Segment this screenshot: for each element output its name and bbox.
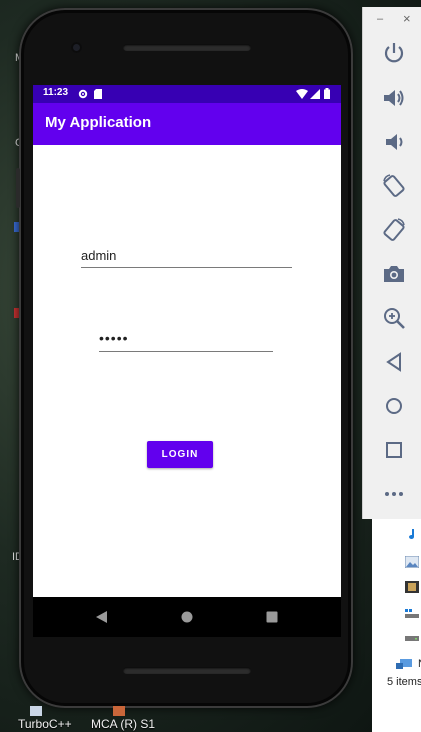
nav-bar: [33, 597, 341, 637]
sd-card-icon: [94, 89, 102, 99]
mca-icon: [113, 706, 125, 716]
windows-drive-icon[interactable]: [405, 607, 419, 619]
taskbar-item-turboc[interactable]: TurboC++: [18, 717, 72, 731]
status-bar: 11:23: [33, 85, 341, 103]
drive-icon[interactable]: [405, 631, 419, 643]
close-button[interactable]: ×: [403, 11, 411, 26]
username-field[interactable]: [81, 243, 292, 268]
camera-icon[interactable]: [381, 261, 407, 287]
emulator-toolbar: – ×: [362, 7, 421, 519]
cell-signal-icon: [310, 89, 320, 99]
settings-icon: [78, 89, 88, 99]
volume-down-icon[interactable]: [381, 129, 407, 155]
nav-back-icon[interactable]: [96, 611, 108, 623]
items-count: 5 items: [387, 676, 421, 688]
battery-icon: [324, 88, 330, 99]
zoom-icon[interactable]: [381, 305, 407, 331]
password-field[interactable]: [99, 325, 273, 352]
nav-home-icon[interactable]: [181, 611, 193, 623]
status-time: 11:23: [43, 87, 69, 98]
overview-icon[interactable]: [381, 437, 407, 463]
pictures-icon[interactable]: [405, 556, 419, 568]
turboc-icon: [30, 706, 42, 716]
power-icon[interactable]: [381, 40, 407, 66]
app-bar: My Application: [33, 103, 341, 145]
phone-bottom-speaker: [123, 667, 251, 674]
nav-overview-icon[interactable]: [266, 611, 278, 623]
more-icon[interactable]: [381, 481, 407, 507]
taskbar-item-mca[interactable]: MCA (R) S1: [91, 717, 155, 731]
app-title: My Application: [45, 114, 152, 131]
phone-screen: 11:23 My Application LOGIN: [33, 85, 341, 597]
music-icon[interactable]: [405, 529, 419, 541]
phone-side-button: [16, 168, 20, 208]
phone-frame: 11:23 My Application LOGIN: [16, 8, 353, 708]
home-icon[interactable]: [381, 393, 407, 419]
minimize-button[interactable]: –: [377, 13, 383, 25]
file-explorer-panel: N 5 items: [372, 519, 421, 732]
back-icon[interactable]: [381, 349, 407, 375]
rotate-right-icon[interactable]: [381, 217, 407, 243]
front-camera-icon: [71, 42, 82, 53]
rotate-left-icon[interactable]: [381, 173, 407, 199]
videos-icon[interactable]: [405, 581, 419, 593]
volume-up-icon[interactable]: [381, 85, 407, 111]
wifi-icon: [296, 89, 308, 99]
login-button[interactable]: LOGIN: [147, 441, 213, 468]
network-icon[interactable]: [396, 658, 412, 670]
phone-earpiece: [123, 44, 251, 51]
